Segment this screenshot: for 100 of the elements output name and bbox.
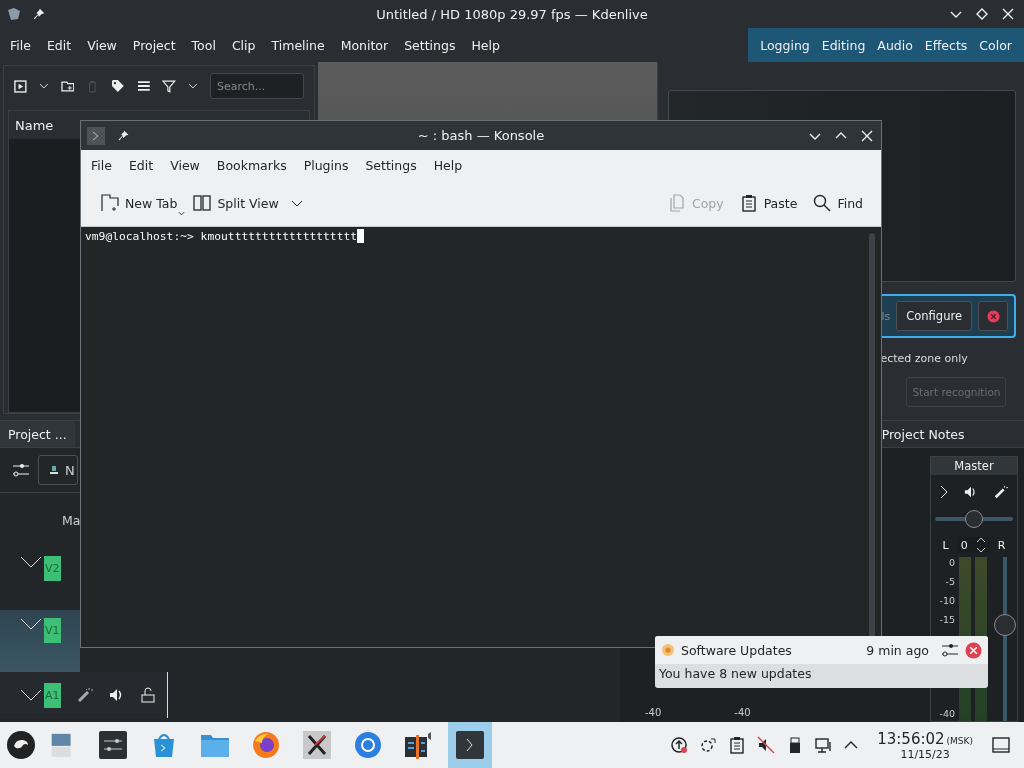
add-clip-icon[interactable]: [14, 79, 27, 93]
dock-tab[interactable]: Project Notes: [881, 426, 965, 442]
workspace-tab[interactable]: Effects: [918, 37, 974, 53]
browser-icon: [354, 731, 382, 759]
update-icon: [661, 643, 675, 657]
chevron-icon[interactable]: [940, 485, 948, 499]
globe-icon: [252, 731, 280, 759]
menu-item[interactable]: File: [2, 37, 39, 53]
sliders-icon[interactable]: [941, 642, 959, 658]
show-desktop-icon[interactable]: [992, 736, 1010, 754]
fader-handle[interactable]: [994, 613, 1016, 636]
collapse-icon[interactable]: [20, 618, 42, 630]
speaker-icon[interactable]: [964, 485, 978, 499]
clock-time[interactable]: 13:56:02: [877, 729, 945, 748]
list-icon[interactable]: [136, 79, 151, 93]
wand-icon[interactable]: [76, 687, 93, 703]
menu-item[interactable]: Help: [463, 37, 508, 53]
pan-spinbox[interactable]: 0: [956, 537, 990, 553]
close-icon[interactable]: [1002, 8, 1014, 20]
menu-item[interactable]: Monitor: [332, 37, 397, 53]
menu-item[interactable]: Edit: [121, 157, 161, 173]
channel-label: L: [942, 538, 949, 552]
workspace-tab[interactable]: Logging: [754, 37, 816, 53]
menu-item[interactable]: Project: [124, 37, 184, 53]
column-header[interactable]: Name: [15, 117, 54, 133]
add-folder-icon[interactable]: [60, 79, 75, 93]
pin-icon[interactable]: [117, 129, 130, 142]
app-icon: [6, 6, 22, 22]
meter-scale-label: 0: [948, 557, 955, 570]
window-title: Untitled / HD 1080p 29.97 fps — Kdenlive: [376, 6, 648, 22]
folder-icon: [200, 732, 230, 758]
update-icon[interactable]: [670, 736, 689, 754]
menu-item[interactable]: Timeline: [263, 37, 333, 53]
maximize-icon[interactable]: [976, 8, 988, 20]
toolbar-button[interactable]: Find: [807, 190, 869, 216]
menu-item[interactable]: Help: [426, 157, 470, 173]
notification-title: Software Updates: [681, 642, 792, 658]
expand-icon[interactable]: [844, 740, 859, 750]
close-button[interactable]: [978, 301, 1008, 331]
menu-item[interactable]: Settings: [396, 37, 464, 53]
tag-icon[interactable]: [111, 79, 125, 93]
split-view-icon: [193, 194, 212, 212]
menu-item[interactable]: Clip: [223, 37, 264, 53]
notification-message: You have 8 new updates: [658, 665, 813, 683]
meter-scale-label: -40: [645, 707, 662, 718]
workspace-tab[interactable]: Editing: [815, 37, 872, 53]
wand-icon[interactable]: [994, 485, 1008, 499]
text-cursor: [357, 229, 365, 243]
workspace-tab[interactable]: Audio: [871, 37, 919, 53]
menu-item[interactable]: Tool: [183, 37, 224, 53]
lock-icon[interactable]: [140, 687, 155, 703]
sliders-icon[interactable]: [12, 462, 30, 478]
menu-item[interactable]: View: [79, 37, 125, 53]
taskbar-button[interactable]: [448, 722, 492, 768]
caret-icon[interactable]: [38, 83, 49, 89]
collapse-icon[interactable]: [20, 556, 42, 568]
layer-icon: [49, 465, 59, 475]
clipboard-icon[interactable]: [728, 736, 747, 754]
menu-item[interactable]: Edit: [38, 37, 80, 53]
filter-icon[interactable]: [162, 79, 177, 93]
pin-icon[interactable]: [32, 7, 46, 21]
caret-icon: [178, 211, 186, 216]
pan-slider[interactable]: [935, 509, 1013, 529]
new-tab-icon: [101, 194, 119, 212]
workspace-tab[interactable]: Color: [973, 37, 1018, 53]
configure-button[interactable]: Configure: [896, 301, 972, 331]
dock-tab[interactable]: Project ...: [0, 421, 75, 447]
meter-scale-label: -15: [939, 614, 955, 627]
video-editor-icon: [404, 731, 434, 759]
timeline-header-label: Ma: [62, 513, 81, 528]
terminal-app-icon: [87, 126, 105, 145]
collapse-icon[interactable]: [20, 689, 42, 701]
network-icon[interactable]: [815, 736, 834, 754]
meter-scale-label: -40: [734, 707, 751, 718]
close-icon[interactable]: [861, 129, 873, 142]
launcher-icon[interactable]: [6, 730, 36, 760]
scrollbar[interactable]: [869, 233, 875, 639]
search-field[interactable]: Search...: [209, 73, 304, 99]
caret-icon[interactable]: [188, 83, 198, 89]
muted-speaker-icon[interactable]: [757, 736, 776, 754]
menu-item[interactable]: Plugins: [296, 157, 356, 173]
terminal-icon: [456, 731, 484, 759]
terminal-line: vm9@localhost:~> kmouttttttttttttttttttt: [85, 229, 358, 243]
compositing-field[interactable]: N: [38, 455, 78, 485]
toolbar-button[interactable]: New Tab: [95, 190, 184, 216]
search-icon: [813, 194, 832, 212]
connect-icon[interactable]: [699, 736, 718, 754]
menu-item[interactable]: Settings: [358, 157, 424, 173]
menu-item[interactable]: File: [84, 157, 119, 173]
menu-item[interactable]: View: [163, 157, 207, 173]
slider-handle[interactable]: [965, 510, 983, 528]
notification-time: 9 min ago: [866, 642, 929, 658]
toolbar-button[interactable]: Paste: [733, 190, 804, 216]
toolbar-button[interactable]: Split View: [187, 190, 309, 216]
menu-item[interactable]: Bookmarks: [209, 157, 294, 173]
clock-timezone[interactable]: (MSK): [946, 735, 973, 746]
x-icon: [303, 731, 331, 759]
clock-date[interactable]: 11/15/23: [900, 747, 950, 761]
settings-label: ls: [881, 309, 891, 323]
sliders-icon: [99, 731, 127, 759]
